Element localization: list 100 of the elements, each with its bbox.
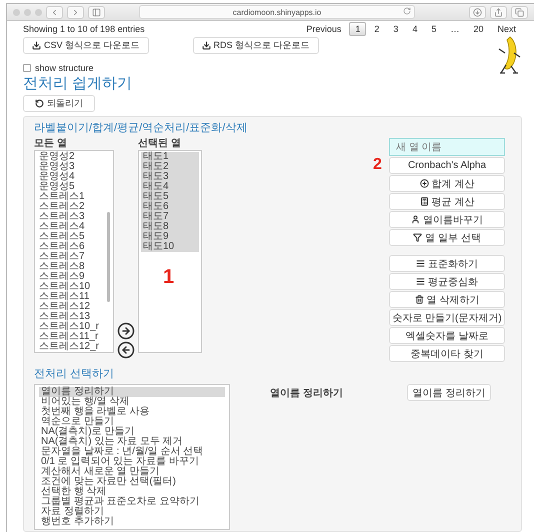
- column-list[interactable]: 운영성2 운영성3 운영성4 운영성5 스트레스1 스트레스2 스트레스3 스트레스4 스트레스5 스트레스6 스트레스7 스트레스8 스트레스9 스트레스10 스트레스11 스트레스12 스트레스13 스트레스10_r 스트레스11_r 스트레스12_r: [34, 150, 114, 353]
- list-item[interactable]: 스트레스9: [37, 272, 106, 282]
- download-button[interactable]: CSV 형식으로 다운로드: [23, 37, 149, 54]
- checkbox[interactable]: [23, 64, 31, 72]
- list-item[interactable]: 행번호 추가하기: [39, 517, 225, 527]
- close-dot[interactable]: [13, 8, 20, 16]
- list-item[interactable]: 계산해서 새로운 열 만들기: [39, 467, 225, 477]
- list-item[interactable]: 운영성5: [37, 182, 106, 192]
- list-item[interactable]: 선택한 행 삭제: [39, 487, 225, 497]
- list-item[interactable]: 문자열을 날짜로 : 년/월/일 순서 선택: [39, 447, 225, 457]
- share-button[interactable]: [490, 6, 507, 18]
- list-item[interactable]: 첫번째 행을 라벨로 사용: [39, 407, 225, 417]
- download-button[interactable]: [469, 6, 486, 18]
- address-bar[interactable]: cardiomoon.shinyapps.io: [139, 5, 415, 19]
- list-item[interactable]: 태도6: [141, 202, 199, 212]
- list-item[interactable]: 역순으로 만들기: [39, 417, 225, 427]
- action-button[interactable]: 엑셀숫자를 날짜로: [389, 327, 505, 344]
- list-item[interactable]: 스트레스2: [37, 202, 106, 212]
- list-item[interactable]: NA(결측치) 있는 자료 모두 제거: [39, 437, 225, 447]
- list-item[interactable]: 태도2: [141, 162, 199, 172]
- list-icon: [416, 277, 425, 286]
- list-item[interactable]: 스트레스7: [37, 252, 106, 262]
- undo-button[interactable]: 되돌리기: [23, 95, 95, 112]
- list-item[interactable]: 조건에 맞는 자료만 선택(필터): [39, 477, 225, 487]
- apply-button[interactable]: 열이름 정리하기: [407, 384, 491, 401]
- back-button[interactable]: [46, 6, 63, 18]
- action-button[interactable]: 숫자로 만들기(문자제거): [389, 309, 505, 326]
- column-list[interactable]: 태도1 태도2 태도3 태도4 태도5 태도6 태도7 태도8 태도9 태도10 1: [138, 150, 202, 353]
- list-item[interactable]: 태도7: [141, 212, 199, 222]
- action-button[interactable]: 중복데이타 찾기: [389, 345, 505, 362]
- share-icon: [494, 8, 503, 16]
- list-item[interactable]: 스트레스8: [37, 262, 106, 272]
- entries-info: Showing 1 to 10 of 198 entries: [23, 24, 145, 34]
- minimize-dot[interactable]: [24, 8, 31, 16]
- list-item[interactable]: 스트레스11: [37, 292, 106, 302]
- page-link[interactable]: 4: [406, 22, 424, 36]
- download-button[interactable]: RDS 형식으로 다운로드: [192, 37, 319, 54]
- list-item[interactable]: 태도5: [141, 192, 199, 202]
- list-item[interactable]: 스트레스11_r: [37, 332, 106, 342]
- action-button[interactable]: 열 삭제하기: [389, 291, 505, 308]
- list-item[interactable]: NA(결측치)로 만들기: [39, 427, 225, 437]
- forward-icon: [71, 8, 80, 16]
- page-link[interactable]: 20: [467, 22, 490, 36]
- page-link[interactable]: 2: [368, 22, 386, 36]
- list-item[interactable]: 태도1: [141, 152, 199, 162]
- list-item[interactable]: 태도3: [141, 172, 199, 182]
- column-name-field[interactable]: 새 열 이름: [389, 138, 505, 156]
- checkbox-label: show structure: [35, 63, 94, 73]
- list-label: 선택된 열: [138, 138, 182, 149]
- action-button[interactable]: 합계 계산: [389, 175, 505, 192]
- list-item[interactable]: 스트레스1: [37, 192, 106, 202]
- page-link[interactable]: 1: [349, 22, 366, 36]
- action-button[interactable]: 열이름바꾸기: [389, 211, 505, 228]
- list-item[interactable]: 스트레스13: [37, 312, 106, 322]
- selected-option-label: 열이름 정리하기: [270, 387, 343, 400]
- filter-icon: [413, 233, 422, 242]
- list-item[interactable]: 비어있는 행/열 삭제: [39, 397, 225, 407]
- preprocess-list[interactable]: 열이름 정리하기 비어있는 행/열 삭제 첫번째 행을 라벨로 사용 역순으로 만들기 NA(결측치)로 만들기 NA(결측치) 있는 자료 모두 제거 문자열을 날짜로 : 년/월/일 순서 선택 0/1 로 입력되어 있는 자료를 바꾸기 계산해서 새로운 열 만들기 조건에 맞는 자료만 선택(필터) 선택한 행 삭제 그룹별 평균과 표준오차로 요약하기 자료 정렬하기 행번호 추가하기: [34, 384, 230, 530]
- list-item[interactable]: 자료 정렬하기: [39, 507, 225, 517]
- list-item[interactable]: 스트레스6: [37, 242, 106, 252]
- annotation-number: 1: [163, 267, 174, 287]
- list-item[interactable]: 태도4: [141, 182, 199, 192]
- page-link[interactable]: Previous: [300, 22, 348, 36]
- list-item[interactable]: 태도8: [141, 222, 199, 232]
- list-item[interactable]: 그룹별 평균과 표준오차로 요약하기: [39, 497, 225, 507]
- sidebar-button[interactable]: [88, 6, 105, 18]
- list-item[interactable]: 스트레스12_r: [37, 342, 106, 352]
- list-item[interactable]: 태도9: [141, 232, 199, 242]
- list-item[interactable]: 스트레스4: [37, 222, 106, 232]
- scrollbar-thumb[interactable]: [107, 212, 110, 302]
- annotation-number: 2: [373, 155, 382, 175]
- list-item[interactable]: 스트레스3: [37, 212, 106, 222]
- action-button[interactable]: 평균중심화: [389, 273, 505, 290]
- action-button[interactable]: Cronbach's Alpha: [389, 157, 505, 174]
- list-item[interactable]: 열이름 정리하기: [39, 387, 225, 397]
- page-link[interactable]: 3: [387, 22, 404, 36]
- download-icon: [202, 41, 211, 50]
- page-link[interactable]: Next: [491, 22, 522, 36]
- list-item[interactable]: 운영성2: [37, 152, 106, 162]
- zoom-dot[interactable]: [35, 8, 42, 16]
- reload-icon[interactable]: [403, 7, 411, 15]
- action-button[interactable]: 표준화하기: [389, 255, 505, 272]
- section-heading: 라벨붙이기/합계/평균/역순처리/표준화/삭제: [34, 121, 248, 135]
- trash-icon: [414, 295, 424, 304]
- list-item[interactable]: 태도10: [141, 242, 199, 252]
- list-item[interactable]: 스트레스10: [37, 282, 106, 292]
- list-item[interactable]: 운영성4: [37, 172, 106, 182]
- page-link[interactable]: …: [444, 22, 466, 36]
- forward-button[interactable]: [67, 6, 84, 18]
- list-item[interactable]: 스트레스10_r: [37, 322, 106, 332]
- sidebar-icon: [92, 8, 101, 16]
- list-item[interactable]: 0/1 로 입력되어 있는 자료를 바꾸기: [39, 457, 225, 467]
- list-item[interactable]: 운영성3: [37, 162, 106, 172]
- page-link[interactable]: 5: [425, 22, 442, 36]
- list-item[interactable]: 스트레스5: [37, 232, 106, 242]
- user-icon: [411, 215, 420, 224]
- list-item[interactable]: 스트레스12: [37, 302, 106, 312]
- tabs-button[interactable]: [511, 6, 528, 18]
- action-button[interactable]: 열 일부 선택: [389, 229, 505, 246]
- action-button[interactable]: 평균 계산: [389, 193, 505, 210]
